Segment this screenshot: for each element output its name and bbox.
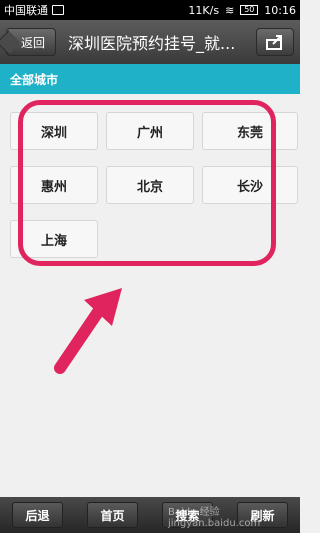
search-button[interactable]: 搜索 <box>162 502 213 528</box>
refresh-button[interactable]: 刷新 <box>237 502 288 528</box>
nav-back-button[interactable]: 后退 <box>12 502 63 528</box>
annotation-arrow-icon <box>54 288 122 374</box>
bottom-toolbar: 后退 首页 搜索 刷新 <box>0 497 300 533</box>
home-button[interactable]: 首页 <box>87 502 138 528</box>
